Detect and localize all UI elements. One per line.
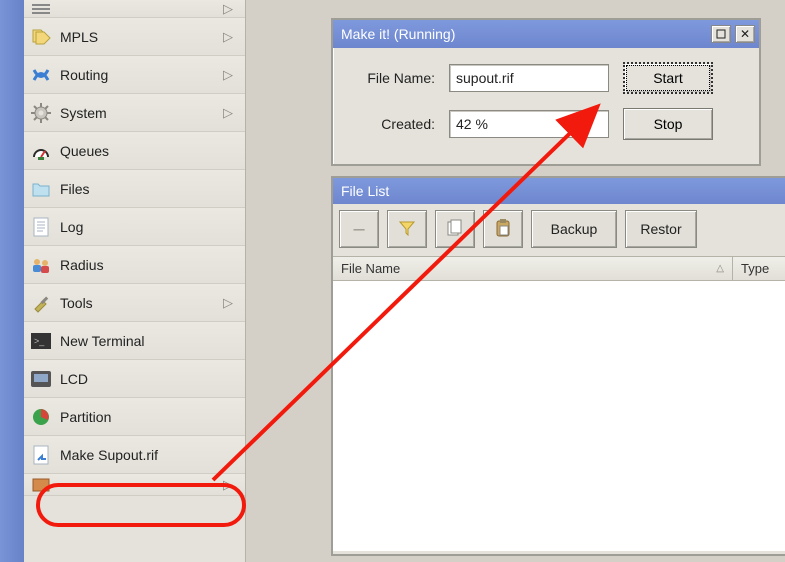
gauge-icon [30,140,52,162]
sidebar-item-tools[interactable]: Tools ▷ [24,284,245,322]
folder-icon [30,178,52,200]
routing-icon [30,64,52,86]
sidebar-item-top[interactable]: ▷ [24,0,245,18]
book-icon [30,474,52,496]
sidebar-item-label: LCD [60,371,88,387]
users-icon [30,254,52,276]
filelist-titlebar[interactable]: File List [333,178,785,204]
column-type[interactable]: Type [733,257,785,280]
file-name-label: File Name: [343,70,435,86]
bars-icon [30,0,52,20]
sidebar-item-files[interactable]: Files [24,170,245,208]
svg-text:>_: >_ [34,336,45,346]
sidebar-item-make-supout[interactable]: Make Supout.rif [24,436,245,474]
lcd-icon [30,368,52,390]
restore-button[interactable]: Restor [625,210,697,248]
sidebar-item-label: Log [60,219,83,235]
stop-button[interactable]: Stop [623,108,713,140]
sidebar-item-bottom[interactable]: ▷ [24,474,245,496]
chevron-right-icon: ▷ [223,477,233,493]
dialog-title: Make it! (Running) [341,26,707,42]
sidebar-item-lcd[interactable]: LCD [24,360,245,398]
sidebar-item-queues[interactable]: Queues [24,132,245,170]
sidebar-item-label: Files [60,181,90,197]
sidebar-item-system[interactable]: System ▷ [24,94,245,132]
log-icon [30,216,52,238]
chevron-right-icon: ▷ [223,1,233,17]
window-left-accent [0,0,24,562]
paste-button[interactable] [483,210,523,248]
filelist-header: File Name △ Type [333,257,785,281]
column-label: Type [741,261,769,276]
sidebar-item-label: New Terminal [60,333,145,349]
sidebar-item-routing[interactable]: Routing ▷ [24,56,245,94]
minus-icon: – [353,218,364,241]
column-file-name[interactable]: File Name △ [333,257,733,280]
chevron-right-icon: ▷ [223,105,233,121]
close-button[interactable]: ✕ [735,25,755,43]
filter-button[interactable] [387,210,427,248]
sidebar-item-label: Routing [60,67,108,83]
paste-icon [495,219,511,240]
gear-icon [30,102,52,124]
sidebar-item-label: Partition [60,409,111,425]
pie-icon [30,406,52,428]
file-name-input[interactable] [449,64,609,92]
sidebar-item-label: MPLS [60,29,98,45]
content-area: Make it! (Running) ✕ File Name: Start Cr… [246,0,785,562]
funnel-icon [399,220,415,239]
sidebar-item-label: Queues [60,143,109,159]
sidebar-item-label: System [60,105,107,121]
sidebar-item-label: Tools [60,295,93,311]
copy-icon [447,219,463,240]
sidebar-item-new-terminal[interactable]: >_ New Terminal [24,322,245,360]
sidebar-item-log[interactable]: Log [24,208,245,246]
remove-button[interactable]: – [339,210,379,248]
created-value [449,110,609,138]
make-it-dialog: Make it! (Running) ✕ File Name: Start Cr… [331,18,761,166]
sort-asc-icon: △ [716,263,724,274]
chevron-right-icon: ▷ [223,295,233,311]
filelist-toolbar: – Backup Restor [333,204,785,257]
sidebar-menu: ▷ MPLS ▷ Routing ▷ System ▷ Queues Files… [24,0,246,562]
backup-button[interactable]: Backup [531,210,617,248]
sidebar-item-mpls[interactable]: MPLS ▷ [24,18,245,56]
filelist-title: File List [341,183,781,199]
makefile-icon [30,444,52,466]
created-label: Created: [343,116,435,132]
copy-button[interactable] [435,210,475,248]
start-button[interactable]: Start [623,62,713,94]
chevron-right-icon: ▷ [223,67,233,83]
dialog-titlebar[interactable]: Make it! (Running) ✕ [333,20,759,48]
chevron-right-icon: ▷ [223,29,233,45]
dialog-body: File Name: Start Created: Stop [333,48,759,154]
filelist-body[interactable] [333,281,785,551]
terminal-icon: >_ [30,330,52,352]
sidebar-item-label: Make Supout.rif [60,447,158,463]
sidebar-item-label: Radius [60,257,104,273]
column-label: File Name [341,261,400,276]
tools-icon [30,292,52,314]
sidebar-item-partition[interactable]: Partition [24,398,245,436]
sidebar-item-radius[interactable]: Radius [24,246,245,284]
tags-icon [30,26,52,48]
file-list-window: File List – Backup Restor File Name △ Ty… [331,176,785,556]
minimize-button[interactable] [711,25,731,43]
